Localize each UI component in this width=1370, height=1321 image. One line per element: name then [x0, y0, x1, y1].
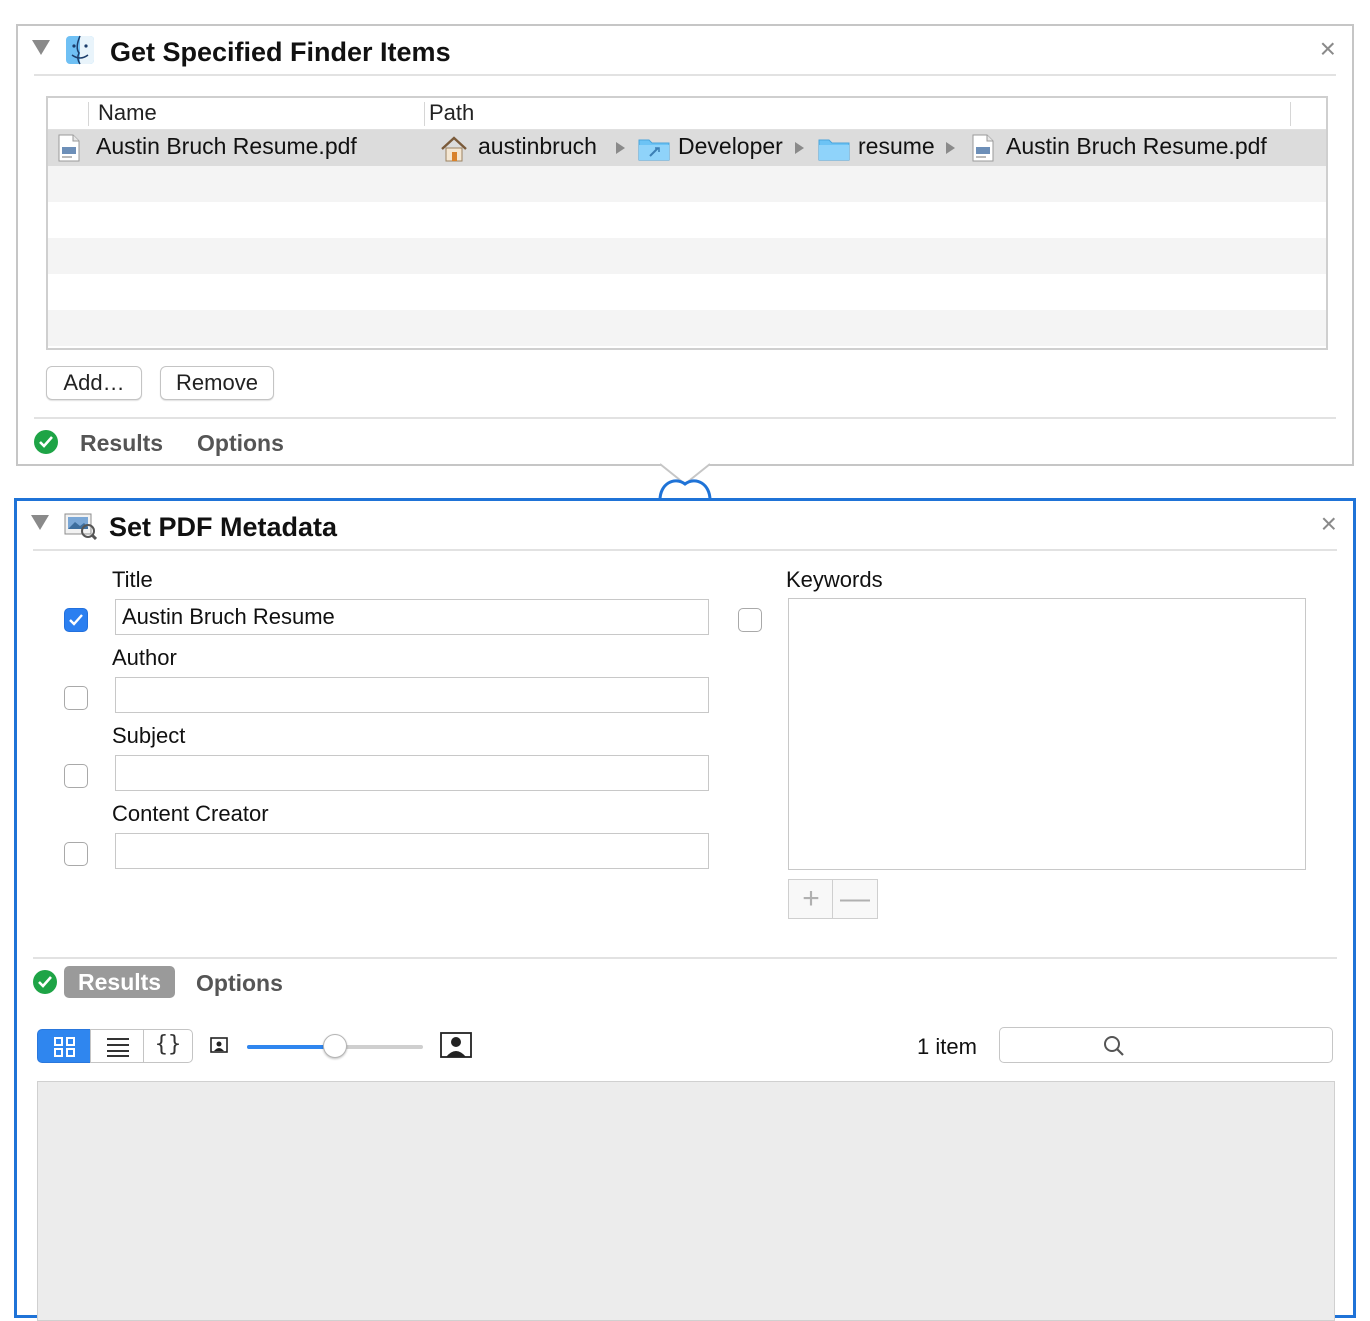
action-header[interactable]: Set PDF Metadata ×	[17, 501, 1353, 551]
json-view-button[interactable]: {}	[143, 1029, 193, 1063]
keywords-list[interactable]	[788, 598, 1306, 870]
list-view-icon	[107, 1038, 129, 1057]
path-label: Developer	[678, 133, 783, 159]
list-view-button[interactable]	[90, 1029, 144, 1063]
plus-icon: +	[802, 882, 820, 915]
minus-icon: —	[840, 882, 870, 915]
search-icon	[1104, 1036, 1124, 1056]
table-row[interactable]: Austin Bruch Resume.pdf austinbruch Deve…	[48, 130, 1326, 166]
author-label: Author	[112, 645, 177, 670]
finder-icon	[64, 35, 96, 65]
footer-divider	[34, 417, 1336, 419]
keywords-label: Keywords	[786, 567, 883, 592]
title-field[interactable]: Austin Bruch Resume	[115, 599, 709, 635]
table-header: Name Path	[48, 98, 1326, 130]
title-checkbox[interactable]	[64, 608, 88, 632]
column-separator[interactable]	[88, 102, 89, 126]
success-check-icon	[34, 430, 58, 454]
column-header-name[interactable]: Name	[98, 100, 157, 126]
path-label: austinbruch	[478, 133, 597, 159]
results-view-area[interactable]	[37, 1081, 1335, 1321]
options-tab[interactable]: Options	[196, 970, 283, 997]
title-label: Title	[112, 567, 153, 592]
results-search-field[interactable]	[999, 1027, 1333, 1063]
path-arrow-icon	[616, 142, 625, 154]
header-divider	[34, 74, 1336, 76]
empty-row	[48, 166, 1326, 202]
add-button[interactable]: Add…	[46, 366, 142, 400]
remove-button[interactable]: Remove	[160, 366, 274, 400]
subject-field[interactable]	[115, 755, 709, 791]
preview-pdf-icon	[63, 510, 98, 541]
finder-items-table[interactable]: Name Path Austin Bruch Resume.pdf austin…	[46, 96, 1328, 350]
keywords-checkbox[interactable]	[738, 608, 762, 632]
folder-icon	[818, 139, 850, 161]
subject-label: Subject	[112, 723, 186, 748]
action-title: Set PDF Metadata	[109, 512, 338, 542]
author-checkbox[interactable]	[64, 686, 88, 710]
add-keyword-button[interactable]: +	[788, 879, 834, 919]
braces-icon: {}	[154, 1032, 182, 1057]
small-icon-size-icon	[210, 1037, 228, 1053]
collapse-triangle-icon[interactable]	[31, 515, 49, 530]
file-name: Austin Bruch Resume.pdf	[96, 133, 357, 159]
checkmark-icon	[69, 614, 83, 626]
results-tab[interactable]: Results	[64, 966, 176, 998]
empty-row	[48, 238, 1326, 274]
developer-folder-icon	[638, 139, 670, 161]
empty-row	[48, 310, 1326, 346]
icon-size-slider-knob[interactable]	[323, 1034, 347, 1058]
collapse-triangle-icon[interactable]	[32, 40, 50, 55]
get-specified-finder-items-action[interactable]: Get Specified Finder Items × Name Path A…	[16, 24, 1354, 466]
content-creator-label: Content Creator	[112, 801, 269, 826]
action-header[interactable]: Get Specified Finder Items ×	[18, 26, 1352, 76]
close-icon[interactable]: ×	[1320, 34, 1336, 64]
author-field[interactable]	[115, 677, 709, 713]
empty-row	[48, 274, 1326, 310]
path-label: resume	[858, 133, 935, 159]
column-separator[interactable]	[1290, 102, 1291, 126]
item-count: 1 item	[917, 1034, 977, 1059]
pdf-file-icon	[972, 134, 994, 162]
grid-view-icon	[54, 1037, 75, 1057]
path-arrow-icon	[795, 142, 804, 154]
subject-checkbox[interactable]	[64, 764, 88, 788]
grid-view-button[interactable]	[37, 1029, 91, 1063]
column-separator[interactable]	[424, 102, 425, 126]
action-title: Get Specified Finder Items	[110, 37, 451, 67]
success-check-icon	[33, 970, 57, 994]
column-header-path[interactable]: Path	[429, 100, 474, 126]
results-tab[interactable]: Results	[80, 430, 163, 457]
footer-divider	[33, 957, 1337, 959]
large-icon-size-icon	[440, 1032, 472, 1058]
header-divider	[33, 549, 1337, 551]
set-pdf-metadata-action[interactable]: Set PDF Metadata × Title Austin Bruch Re…	[14, 498, 1356, 1321]
close-icon[interactable]: ×	[1321, 509, 1337, 539]
path-arrow-icon	[946, 142, 955, 154]
home-icon	[441, 136, 467, 162]
icon-size-slider-fill	[247, 1045, 335, 1049]
options-tab[interactable]: Options	[197, 430, 284, 457]
content-creator-field[interactable]	[115, 833, 709, 869]
path-label: Austin Bruch Resume.pdf	[1006, 133, 1267, 159]
content-creator-checkbox[interactable]	[64, 842, 88, 866]
pdf-file-icon	[58, 134, 80, 162]
empty-row	[48, 202, 1326, 238]
remove-keyword-button[interactable]: —	[832, 879, 878, 919]
